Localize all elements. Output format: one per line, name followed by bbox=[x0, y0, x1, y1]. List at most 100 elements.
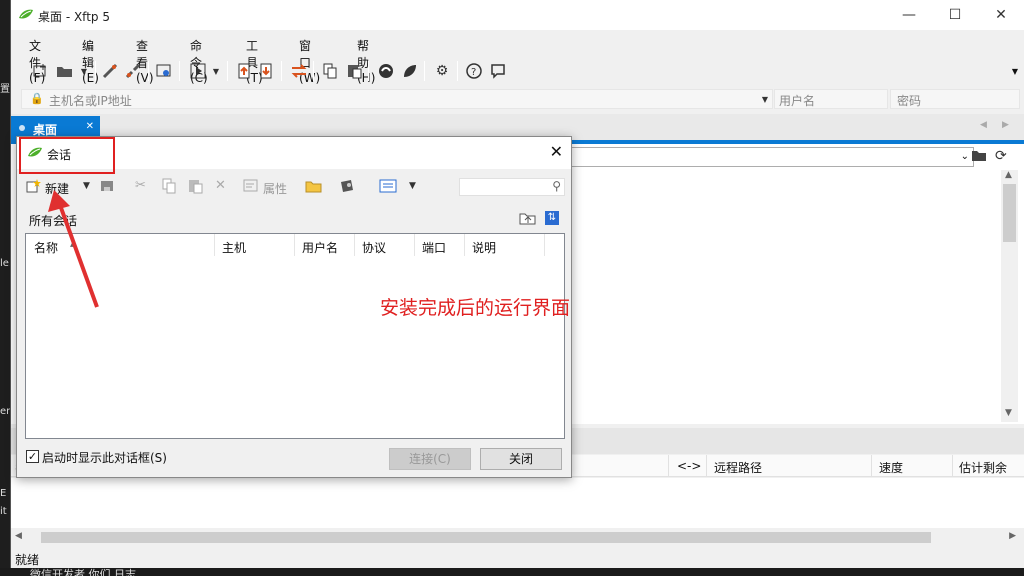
leaf-icon[interactable] bbox=[401, 62, 419, 80]
toolbar-overflow-icon[interactable]: ▼ bbox=[1012, 67, 1018, 76]
scroll-left-icon[interactable]: ◀ bbox=[15, 531, 22, 541]
xftp-logo-icon bbox=[18, 8, 34, 25]
paste-icon[interactable] bbox=[187, 178, 203, 198]
col-port[interactable]: 端口 bbox=[422, 239, 446, 256]
col-name[interactable]: 名称 bbox=[34, 239, 58, 256]
col-direction[interactable]: <-> bbox=[677, 459, 701, 473]
open-folder-button-icon[interactable] bbox=[971, 148, 987, 166]
scroll-thumb[interactable] bbox=[1003, 184, 1016, 242]
new-dropdown-icon[interactable]: ▼ bbox=[83, 181, 90, 191]
help-icon[interactable]: ? bbox=[465, 62, 483, 80]
desktop-text: le. bbox=[0, 258, 10, 269]
play-dropdown-icon[interactable]: ▼ bbox=[207, 62, 225, 80]
col-eta[interactable]: 估计剩余 bbox=[959, 459, 1007, 476]
cut-icon[interactable]: ✂ bbox=[135, 178, 146, 193]
close-button[interactable]: 关闭 bbox=[480, 448, 562, 470]
hscroll-thumb[interactable] bbox=[41, 532, 931, 543]
col-description[interactable]: 说明 bbox=[472, 239, 496, 256]
copy-icon[interactable] bbox=[161, 178, 177, 198]
open-folder-icon[interactable] bbox=[56, 62, 74, 80]
minimize-button[interactable]: — bbox=[886, 0, 932, 30]
lock-icon: 🔒 bbox=[30, 92, 44, 105]
new-session-icon[interactable] bbox=[25, 178, 41, 198]
all-sessions-label: 所有会话 bbox=[29, 214, 78, 228]
col-protocol[interactable]: 协议 bbox=[362, 239, 386, 256]
title-bar: 桌面 - Xftp 5 — ☐ ✕ bbox=[11, 0, 1024, 30]
main-toolbar: ▼ ▼ ⚙ ? ▼ bbox=[11, 58, 1024, 84]
path-combo[interactable]: ⌄ bbox=[571, 147, 974, 167]
properties-icon[interactable] bbox=[243, 178, 259, 198]
session-properties-icon[interactable] bbox=[155, 62, 173, 80]
xshell-icon[interactable] bbox=[377, 62, 395, 80]
scroll-down-icon[interactable]: ▼ bbox=[1005, 408, 1012, 418]
gear-icon[interactable]: ⚙ bbox=[433, 62, 451, 80]
desktop-text: it bbox=[0, 506, 7, 517]
view-dropdown-icon[interactable]: ▼ bbox=[409, 181, 416, 191]
connect-button[interactable]: 连接(C) bbox=[389, 448, 471, 470]
host-input[interactable]: 🔒 主机名或IP地址 ▼ bbox=[21, 89, 773, 109]
col-host[interactable]: 主机 bbox=[222, 239, 246, 256]
svg-text:?: ? bbox=[471, 67, 476, 78]
scroll-right-icon[interactable]: ▶ bbox=[1009, 531, 1016, 541]
session-search-input[interactable]: ⚲ bbox=[459, 178, 565, 196]
view-mode-icon[interactable] bbox=[379, 178, 397, 198]
host-placeholder: 主机名或IP地址 bbox=[49, 94, 132, 108]
new-session-icon[interactable] bbox=[31, 62, 49, 80]
tab-status-icon bbox=[19, 125, 25, 131]
delete-icon[interactable]: ✕ bbox=[215, 178, 226, 193]
download-icon[interactable] bbox=[257, 62, 275, 80]
desktop-text: er bbox=[0, 406, 10, 417]
maximize-button[interactable]: ☐ bbox=[932, 0, 978, 30]
address-bar: 🔒 主机名或IP地址 ▼ 用户名 密码 bbox=[11, 88, 1024, 110]
open-dropdown-icon[interactable]: ▼ bbox=[75, 62, 93, 80]
transfer-list bbox=[11, 478, 1024, 528]
tab-next-icon[interactable]: ▶ bbox=[1002, 120, 1009, 130]
folder-up-icon[interactable] bbox=[519, 211, 537, 229]
horizontal-scrollbar[interactable]: ◀ ▶ bbox=[11, 529, 1024, 546]
desktop-text: 置 bbox=[0, 84, 10, 95]
transfer-icon[interactable] bbox=[290, 62, 308, 80]
properties-button[interactable]: 属性 bbox=[263, 180, 287, 197]
show-on-startup-label[interactable]: 启动时显示此对话框(S) bbox=[42, 449, 167, 466]
col-speed[interactable]: 速度 bbox=[879, 459, 903, 476]
col-remote-path[interactable]: 远程路径 bbox=[714, 459, 762, 476]
col-username[interactable]: 用户名 bbox=[302, 239, 338, 256]
new-session-button[interactable]: 新建 bbox=[45, 180, 69, 197]
chat-icon[interactable] bbox=[489, 62, 507, 80]
status-bar: 就绪 bbox=[11, 548, 1024, 568]
tab-close-icon[interactable]: ✕ bbox=[86, 121, 94, 132]
scroll-up-icon[interactable]: ▲ bbox=[1005, 170, 1012, 180]
save-session-icon[interactable] bbox=[99, 178, 115, 198]
dialog-close-icon[interactable]: ✕ bbox=[550, 142, 563, 161]
sort-asc-icon: ▲ bbox=[70, 240, 76, 248]
show-on-startup-checkbox[interactable]: ✓ bbox=[26, 450, 39, 463]
copy-icon[interactable] bbox=[321, 62, 339, 80]
shell-session-icon[interactable] bbox=[339, 178, 355, 198]
password-input[interactable]: 密码 bbox=[890, 89, 1020, 109]
dialog-footer: ✓ 启动时显示此对话框(S) 连接(C) 关闭 bbox=[17, 443, 571, 477]
username-input[interactable]: 用户名 bbox=[774, 89, 888, 109]
window-title: 桌面 - Xftp 5 bbox=[38, 10, 110, 24]
host-dropdown-icon[interactable]: ▼ bbox=[762, 95, 768, 104]
session-folder-header: 所有会话 ⇅ bbox=[25, 209, 565, 231]
session-list[interactable]: 名称 ▲ 主机 用户名 协议 端口 说明 bbox=[25, 233, 565, 439]
desktop-strip: 置 le. E it er bbox=[0, 0, 10, 576]
upload-icon[interactable] bbox=[235, 62, 253, 80]
sync-icon[interactable]: ⇅ bbox=[545, 211, 559, 225]
annotation-text: 安装完成后的运行界面 bbox=[380, 297, 571, 319]
close-window-button[interactable]: ✕ bbox=[978, 0, 1024, 30]
refresh-icon[interactable]: ⟳ bbox=[995, 148, 1007, 164]
paste-icon[interactable] bbox=[345, 62, 363, 80]
taskbar-text: 微信开发者 你们 日志 bbox=[30, 568, 136, 576]
desktop-text: E bbox=[0, 488, 7, 499]
vertical-scrollbar[interactable]: ▲ ▼ bbox=[1001, 170, 1018, 422]
highlight-box bbox=[19, 137, 115, 174]
folder-icon[interactable] bbox=[305, 178, 323, 198]
disconnect-icon[interactable] bbox=[124, 62, 142, 80]
search-icon[interactable]: ⚲ bbox=[552, 179, 561, 193]
tab-prev-icon[interactable]: ◀ bbox=[980, 120, 987, 130]
chevron-down-icon[interactable]: ⌄ bbox=[961, 151, 969, 162]
play-icon[interactable] bbox=[189, 62, 207, 80]
connect-icon[interactable] bbox=[101, 62, 119, 80]
dialog-toolbar: 新建 ▼ ✂ ✕ 属性 ▼ ⚲ bbox=[17, 173, 571, 201]
